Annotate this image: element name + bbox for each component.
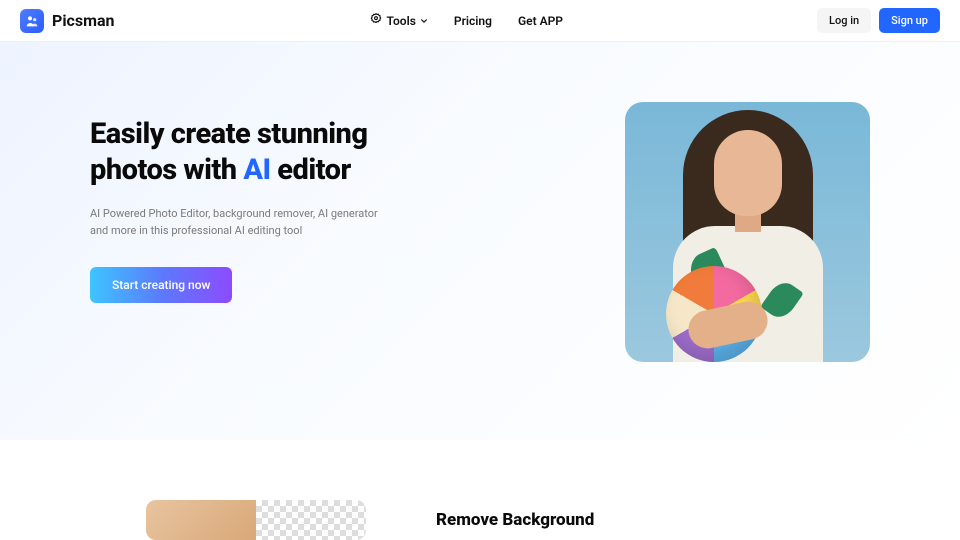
headline-ai: AI: [243, 153, 270, 187]
signup-button[interactable]: Sign up: [879, 8, 940, 33]
hero-image: [625, 102, 870, 362]
feature-title: Remove Background: [436, 510, 594, 530]
brand-name: Picsman: [52, 11, 115, 30]
feature-section: Remove Background: [0, 440, 960, 540]
gear-icon: [369, 12, 383, 29]
nav-right: Log in Sign up: [817, 8, 940, 33]
logo-icon: [20, 9, 44, 33]
nav-pricing-label: Pricing: [454, 14, 492, 28]
header: Picsman Tools Pricing Get APP Log in Sig…: [0, 0, 960, 42]
nav-center: Tools Pricing Get APP: [369, 12, 563, 29]
nav-tools[interactable]: Tools: [369, 12, 428, 29]
nav-tools-label: Tools: [387, 14, 416, 28]
logo[interactable]: Picsman: [20, 9, 115, 33]
chevron-down-icon: [420, 17, 428, 25]
login-button[interactable]: Log in: [817, 8, 871, 33]
headline: Easily create stunning photos with AI ed…: [90, 116, 420, 189]
start-creating-button[interactable]: Start creating now: [90, 267, 232, 303]
hero-subtitle: AI Powered Photo Editor, background remo…: [90, 205, 390, 239]
headline-part2: editor: [271, 153, 351, 187]
hero-section: Easily create stunning photos with AI ed…: [0, 42, 960, 440]
nav-getapp[interactable]: Get APP: [518, 14, 563, 28]
hero-text: Easily create stunning photos with AI ed…: [90, 102, 420, 303]
nav-getapp-label: Get APP: [518, 14, 563, 28]
feature-image: [146, 500, 366, 540]
nav-pricing[interactable]: Pricing: [454, 14, 492, 28]
